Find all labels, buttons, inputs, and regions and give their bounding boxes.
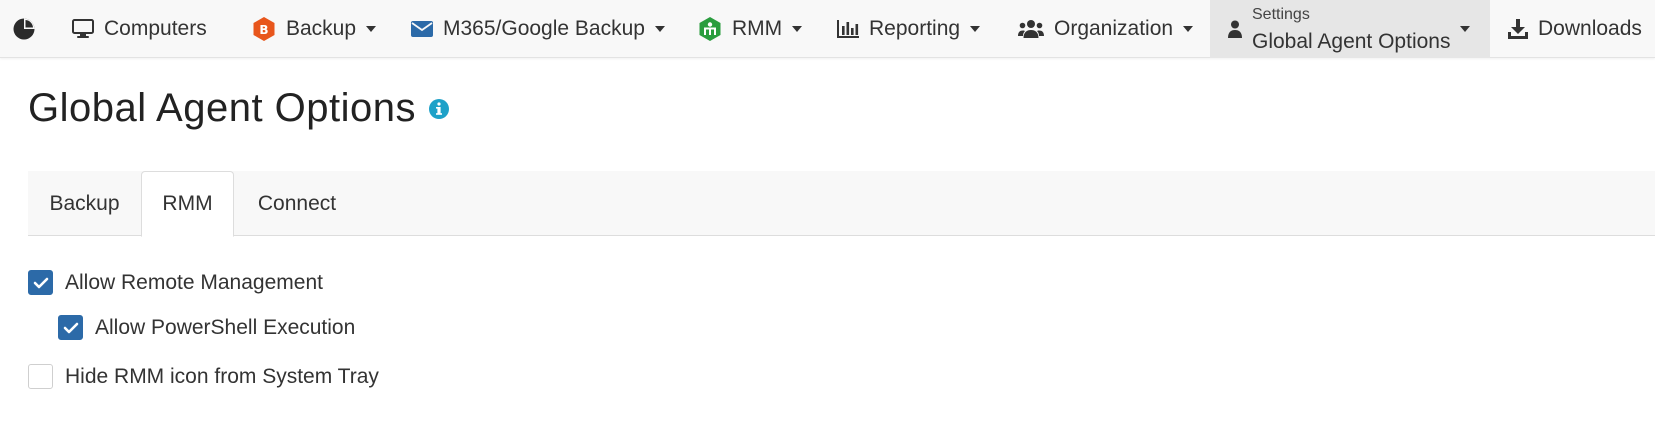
tab-rmm[interactable]: RMM — [141, 171, 234, 237]
nav-settings[interactable]: Settings Global Agent Options — [1210, 0, 1490, 58]
page-title-text: Global Agent Options — [28, 86, 417, 130]
envelope-icon — [411, 20, 433, 38]
bar-chart-icon — [837, 19, 859, 39]
tab-rmm-label: RMM — [162, 192, 213, 215]
nav-rmm[interactable]: RMM — [698, 0, 803, 57]
allow-powershell-execution-checkbox[interactable] — [58, 315, 83, 340]
rmm-logo-icon — [698, 16, 722, 42]
home-logo-button[interactable] — [12, 0, 46, 57]
nav-backup-label: Backup — [286, 16, 357, 40]
tab-connect[interactable]: Connect — [234, 171, 360, 236]
download-icon — [1508, 18, 1528, 39]
top-navbar: Computers B Backup M365/Google Backup RM… — [0, 0, 1655, 58]
allow-remote-management-checkbox[interactable] — [28, 270, 53, 295]
nav-downloads-label: Downloads — [1538, 16, 1642, 40]
nav-settings-label: Global Agent Options — [1252, 30, 1451, 53]
nav-computers[interactable]: Computers — [72, 0, 207, 57]
allow-remote-management-label: Allow Remote Management — [65, 270, 323, 294]
nav-rmm-label: RMM — [732, 16, 783, 40]
nav-m365-label: M365/Google Backup — [443, 16, 645, 40]
chevron-down-icon — [1183, 25, 1194, 32]
info-icon[interactable] — [428, 98, 450, 120]
users-icon — [1018, 19, 1044, 39]
hide-rmm-icon-option[interactable]: Hide RMM icon from System Tray — [28, 364, 379, 389]
backup-logo-icon: B — [252, 16, 276, 42]
nav-computers-label: Computers — [104, 16, 207, 40]
tab-backup[interactable]: Backup — [28, 171, 141, 236]
chevron-down-icon — [792, 25, 803, 32]
pie-chart-icon — [12, 17, 36, 41]
tab-backup-label: Backup — [49, 191, 120, 215]
checkmark-icon — [33, 277, 48, 288]
user-icon — [1228, 20, 1242, 43]
page-title: Global Agent Options — [28, 86, 450, 131]
monitor-icon — [72, 18, 94, 39]
checkmark-icon — [63, 322, 78, 333]
nav-reporting[interactable]: Reporting — [837, 0, 981, 57]
nav-downloads[interactable]: Downloads — [1508, 0, 1642, 57]
nav-settings-caption: Settings — [1252, 6, 1310, 23]
hide-rmm-icon-checkbox[interactable] — [28, 364, 53, 389]
tab-connect-label: Connect — [257, 191, 337, 215]
chevron-down-icon — [654, 25, 665, 32]
allow-powershell-execution-option[interactable]: Allow PowerShell Execution — [58, 315, 355, 340]
allow-powershell-execution-label: Allow PowerShell Execution — [95, 315, 356, 339]
nav-reporting-label: Reporting — [869, 16, 961, 40]
nav-organization[interactable]: Organization — [1018, 0, 1194, 57]
options-tabs: Backup RMM Connect — [28, 171, 1655, 237]
chevron-down-icon — [366, 25, 377, 32]
nav-organization-label: Organization — [1054, 16, 1174, 40]
nav-m365-google-backup[interactable]: M365/Google Backup — [411, 0, 665, 57]
allow-remote-management-option[interactable]: Allow Remote Management — [28, 270, 323, 295]
chevron-down-icon — [970, 25, 981, 32]
chevron-down-icon — [1460, 26, 1470, 32]
nav-backup[interactable]: B Backup — [252, 0, 377, 57]
svg-text:B: B — [259, 23, 268, 37]
hide-rmm-icon-label: Hide RMM icon from System Tray — [65, 364, 379, 388]
